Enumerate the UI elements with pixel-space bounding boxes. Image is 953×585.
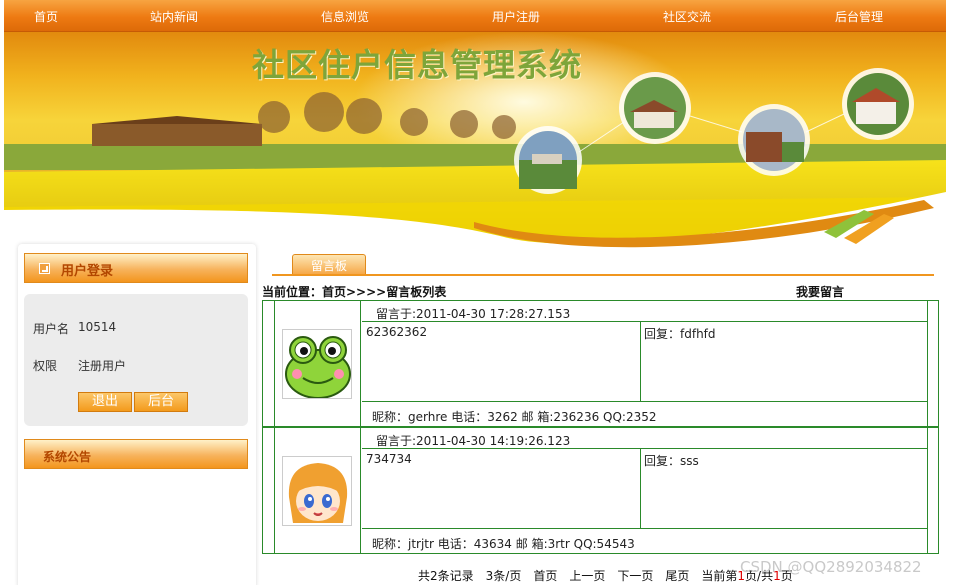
pager-first[interactable]: 首页 (533, 569, 557, 583)
pager-per-page: 3条/页 (485, 569, 522, 583)
logout-button[interactable]: 退出 (78, 392, 132, 412)
admin-button[interactable]: 后台 (134, 392, 188, 412)
message-user-info: 昵称：jtrjtr 电话：43634 邮 箱:3rtr QQ:54543 (362, 528, 928, 553)
nav-news[interactable]: 站内新闻 (150, 8, 198, 25)
avatar-anime-girl (282, 456, 352, 526)
role-label: 权限 (33, 359, 58, 373)
avatar-frog (282, 329, 352, 399)
tab-divider (272, 274, 934, 276)
photo-circle-4 (842, 68, 914, 140)
message-reply: 回复：sss (644, 454, 699, 468)
login-panel-body: 用户名 10514 权限 注册用户 退出 后台 (24, 294, 248, 426)
site-title: 社区住户信息管理系统 (252, 46, 583, 84)
message-time: 留言于:2011-04-30 14:19:26.123 (362, 428, 928, 449)
sidebar: 用户登录 用户名 10514 权限 注册用户 退出 后台 系统公告 (18, 244, 256, 585)
pagination: 共2条记录 3条/页 首页 上一页 下一页 尾页 当前第1页/共1页 (418, 567, 793, 584)
arrow-icon (39, 263, 50, 274)
nav-admin[interactable]: 后台管理 (835, 8, 883, 25)
pager-next[interactable]: 下一页 (617, 569, 653, 583)
message-content: 62362362 (362, 322, 641, 401)
username-label: 用户名 (33, 322, 70, 336)
message-row: 留言于:2011-04-30 17:28:27.153 62362362 回复：… (262, 300, 939, 427)
tab-message-board[interactable]: 留言板 (292, 254, 366, 276)
page: 首页 站内新闻 信息浏览 用户注册 社区交流 后台管理 社区住户信息管理系统 用… (0, 0, 953, 585)
username-value: 10514 (78, 320, 117, 334)
post-message-link[interactable]: 我要留言 (796, 283, 844, 300)
message-row: 留言于:2011-04-30 14:19:26.123 734734 回复：ss… (262, 427, 939, 554)
message-time: 留言于:2011-04-30 17:28:27.153 (362, 301, 928, 322)
nav-register[interactable]: 用户注册 (492, 8, 540, 25)
nav-community[interactable]: 社区交流 (663, 8, 711, 25)
pager-current-prefix: 当前第 (701, 569, 738, 583)
login-panel-header: 用户登录 (24, 253, 248, 283)
header-banner: 社区住户信息管理系统 (4, 32, 946, 252)
role-value: 注册用户 (78, 359, 127, 373)
nav-browse[interactable]: 信息浏览 (321, 8, 369, 25)
message-reply: 回复：fdfhfd (644, 327, 716, 341)
photo-circle-2 (619, 72, 691, 144)
pager-total: 共2条记录 (418, 569, 474, 583)
pager-prev[interactable]: 上一页 (569, 569, 605, 583)
top-nav: 首页 站内新闻 信息浏览 用户注册 社区交流 后台管理 (4, 0, 946, 32)
notice-panel-header: 系统公告 (24, 439, 248, 469)
login-panel-title: 用户登录 (61, 264, 114, 279)
pager-last[interactable]: 尾页 (665, 569, 689, 583)
message-user-info: 昵称：gerhre 电话：3262 邮 箱:236236 QQ:2352 (362, 401, 928, 426)
photo-circle-3 (738, 104, 810, 176)
photo-circle-1 (514, 126, 582, 194)
nav-home[interactable]: 首页 (34, 8, 58, 25)
message-content: 734734 (362, 449, 641, 528)
breadcrumb: 当前位置：首页>>>>留言板列表 (262, 285, 447, 299)
notice-panel-title: 系统公告 (43, 450, 92, 464)
watermark-text: CSDN @QQ2892034822 (740, 558, 922, 576)
